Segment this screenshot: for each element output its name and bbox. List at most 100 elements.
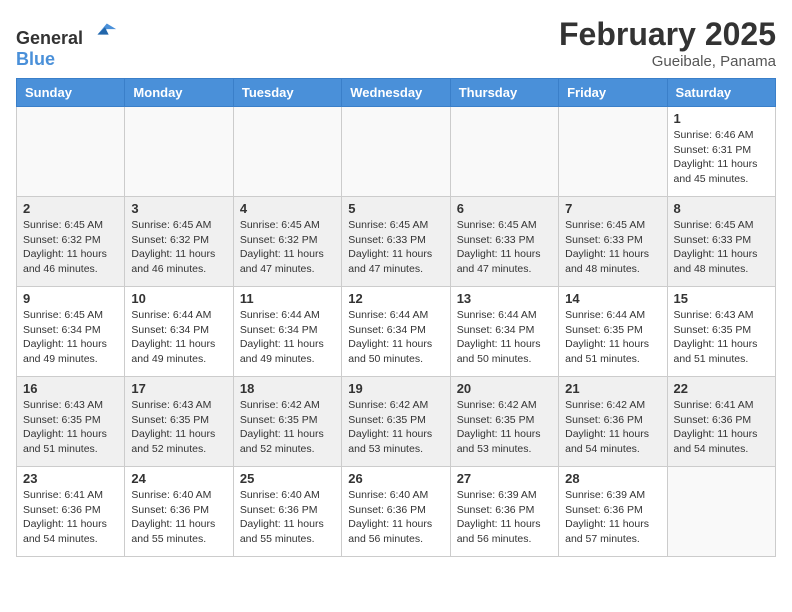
day-of-week-header: Friday xyxy=(559,79,667,107)
day-number: 14 xyxy=(565,291,660,306)
day-info: Sunrise: 6:45 AM Sunset: 6:32 PM Dayligh… xyxy=(240,218,335,277)
day-info: Sunrise: 6:45 AM Sunset: 6:33 PM Dayligh… xyxy=(674,218,769,277)
day-info: Sunrise: 6:42 AM Sunset: 6:36 PM Dayligh… xyxy=(565,398,660,457)
calendar-day-cell: 23 Sunrise: 6:41 AM Sunset: 6:36 PM Dayli… xyxy=(17,467,125,557)
day-number: 4 xyxy=(240,201,335,216)
calendar-day-cell: 27 Sunrise: 6:39 AM Sunset: 6:36 PM Dayli… xyxy=(450,467,558,557)
day-info: Sunrise: 6:39 AM Sunset: 6:36 PM Dayligh… xyxy=(565,488,660,547)
day-info: Sunrise: 6:40 AM Sunset: 6:36 PM Dayligh… xyxy=(240,488,335,547)
calendar-day-cell: 13 Sunrise: 6:44 AM Sunset: 6:34 PM Dayli… xyxy=(450,287,558,377)
calendar-day-cell: 22 Sunrise: 6:41 AM Sunset: 6:36 PM Dayli… xyxy=(667,377,775,467)
calendar-day-cell xyxy=(342,107,450,197)
day-of-week-header: Wednesday xyxy=(342,79,450,107)
day-number: 5 xyxy=(348,201,443,216)
day-number: 28 xyxy=(565,471,660,486)
day-of-week-header: Saturday xyxy=(667,79,775,107)
day-info: Sunrise: 6:42 AM Sunset: 6:35 PM Dayligh… xyxy=(348,398,443,457)
day-of-week-header: Monday xyxy=(125,79,233,107)
day-info: Sunrise: 6:45 AM Sunset: 6:34 PM Dayligh… xyxy=(23,308,118,367)
day-of-week-header: Tuesday xyxy=(233,79,341,107)
day-number: 17 xyxy=(131,381,226,396)
day-number: 25 xyxy=(240,471,335,486)
calendar-day-cell: 26Sunrise: 6:40 AM Sunset: 6:36 PM Dayli… xyxy=(342,467,450,557)
calendar-day-cell: 12 Sunrise: 6:44 AM Sunset: 6:34 PM Dayli… xyxy=(342,287,450,377)
day-number: 27 xyxy=(457,471,552,486)
logo-blue: Blue xyxy=(16,49,55,69)
calendar-day-cell xyxy=(667,467,775,557)
day-number: 18 xyxy=(240,381,335,396)
day-number: 12 xyxy=(348,291,443,306)
logo-general: General xyxy=(16,28,83,48)
logo: General Blue xyxy=(16,16,118,70)
calendar-day-cell: 5 Sunrise: 6:45 AM Sunset: 6:33 PM Daylig… xyxy=(342,197,450,287)
calendar-day-cell: 10 Sunrise: 6:44 AM Sunset: 6:34 PM Dayli… xyxy=(125,287,233,377)
day-info: Sunrise: 6:43 AM Sunset: 6:35 PM Dayligh… xyxy=(674,308,769,367)
day-number: 1 xyxy=(674,111,769,126)
day-info: Sunrise: 6:43 AM Sunset: 6:35 PM Dayligh… xyxy=(131,398,226,457)
day-number: 11 xyxy=(240,291,335,306)
calendar-day-cell: 11 Sunrise: 6:44 AM Sunset: 6:34 PM Dayli… xyxy=(233,287,341,377)
day-number: 7 xyxy=(565,201,660,216)
day-info: Sunrise: 6:44 AM Sunset: 6:34 PM Dayligh… xyxy=(131,308,226,367)
day-number: 8 xyxy=(674,201,769,216)
calendar-day-cell: 14 Sunrise: 6:44 AM Sunset: 6:35 PM Dayli… xyxy=(559,287,667,377)
day-number: 21 xyxy=(565,381,660,396)
day-info: Sunrise: 6:41 AM Sunset: 6:36 PM Dayligh… xyxy=(674,398,769,457)
calendar-header-row: SundayMondayTuesdayWednesdayThursdayFrid… xyxy=(17,79,776,107)
calendar-day-cell: 21 Sunrise: 6:42 AM Sunset: 6:36 PM Dayli… xyxy=(559,377,667,467)
calendar-day-cell: 8 Sunrise: 6:45 AM Sunset: 6:33 PM Daylig… xyxy=(667,197,775,287)
day-info: Sunrise: 6:42 AM Sunset: 6:35 PM Dayligh… xyxy=(240,398,335,457)
day-info: Sunrise: 6:45 AM Sunset: 6:32 PM Dayligh… xyxy=(131,218,226,277)
calendar-day-cell xyxy=(17,107,125,197)
calendar-day-cell: 15 Sunrise: 6:43 AM Sunset: 6:35 PM Dayli… xyxy=(667,287,775,377)
day-number: 13 xyxy=(457,291,552,306)
calendar-day-cell: 19 Sunrise: 6:42 AM Sunset: 6:35 PM Dayli… xyxy=(342,377,450,467)
day-number: 15 xyxy=(674,291,769,306)
month-title: February 2025 xyxy=(559,16,776,53)
calendar-day-cell: 17 Sunrise: 6:43 AM Sunset: 6:35 PM Dayli… xyxy=(125,377,233,467)
day-info: Sunrise: 6:43 AM Sunset: 6:35 PM Dayligh… xyxy=(23,398,118,457)
calendar-day-cell xyxy=(233,107,341,197)
day-info: Sunrise: 6:44 AM Sunset: 6:34 PM Dayligh… xyxy=(457,308,552,367)
day-info: Sunrise: 6:45 AM Sunset: 6:33 PM Dayligh… xyxy=(348,218,443,277)
day-info: Sunrise: 6:41 AM Sunset: 6:36 PM Dayligh… xyxy=(23,488,118,547)
logo-text: General Blue xyxy=(16,16,118,70)
calendar-week-row: 9 Sunrise: 6:45 AM Sunset: 6:34 PM Daylig… xyxy=(17,287,776,377)
location: Gueibale, Panama xyxy=(559,53,776,70)
calendar-day-cell: 4 Sunrise: 6:45 AM Sunset: 6:32 PM Daylig… xyxy=(233,197,341,287)
day-info: Sunrise: 6:45 AM Sunset: 6:33 PM Dayligh… xyxy=(565,218,660,277)
day-number: 6 xyxy=(457,201,552,216)
day-number: 2 xyxy=(23,201,118,216)
day-number: 23 xyxy=(23,471,118,486)
day-info: Sunrise: 6:44 AM Sunset: 6:35 PM Dayligh… xyxy=(565,308,660,367)
day-of-week-header: Thursday xyxy=(450,79,558,107)
day-number: 10 xyxy=(131,291,226,306)
day-info: Sunrise: 6:45 AM Sunset: 6:32 PM Dayligh… xyxy=(23,218,118,277)
calendar-week-row: 16 Sunrise: 6:43 AM Sunset: 6:35 PM Dayli… xyxy=(17,377,776,467)
calendar-day-cell: 1Sunrise: 6:46 AM Sunset: 6:31 PM Daylig… xyxy=(667,107,775,197)
calendar-day-cell: 18 Sunrise: 6:42 AM Sunset: 6:35 PM Dayli… xyxy=(233,377,341,467)
calendar-day-cell xyxy=(125,107,233,197)
day-of-week-header: Sunday xyxy=(17,79,125,107)
day-info: Sunrise: 6:45 AM Sunset: 6:33 PM Dayligh… xyxy=(457,218,552,277)
calendar-day-cell: 28 Sunrise: 6:39 AM Sunset: 6:36 PM Dayli… xyxy=(559,467,667,557)
day-number: 22 xyxy=(674,381,769,396)
calendar-day-cell: 16 Sunrise: 6:43 AM Sunset: 6:35 PM Dayli… xyxy=(17,377,125,467)
day-info: Sunrise: 6:42 AM Sunset: 6:35 PM Dayligh… xyxy=(457,398,552,457)
calendar-table: SundayMondayTuesdayWednesdayThursdayFrid… xyxy=(16,78,776,557)
calendar-week-row: 23 Sunrise: 6:41 AM Sunset: 6:36 PM Dayli… xyxy=(17,467,776,557)
day-number: 9 xyxy=(23,291,118,306)
logo-bird-icon xyxy=(90,16,118,44)
day-info: Sunrise: 6:40 AM Sunset: 6:36 PM Dayligh… xyxy=(131,488,226,547)
day-info: Sunrise: 6:44 AM Sunset: 6:34 PM Dayligh… xyxy=(348,308,443,367)
title-block: February 2025 Gueibale, Panama xyxy=(559,16,776,70)
day-number: 20 xyxy=(457,381,552,396)
calendar-day-cell: 24Sunrise: 6:40 AM Sunset: 6:36 PM Dayli… xyxy=(125,467,233,557)
day-info: Sunrise: 6:44 AM Sunset: 6:34 PM Dayligh… xyxy=(240,308,335,367)
calendar-day-cell: 9 Sunrise: 6:45 AM Sunset: 6:34 PM Daylig… xyxy=(17,287,125,377)
day-number: 19 xyxy=(348,381,443,396)
day-info: Sunrise: 6:39 AM Sunset: 6:36 PM Dayligh… xyxy=(457,488,552,547)
day-number: 26 xyxy=(348,471,443,486)
day-number: 16 xyxy=(23,381,118,396)
calendar-day-cell: 7 Sunrise: 6:45 AM Sunset: 6:33 PM Daylig… xyxy=(559,197,667,287)
